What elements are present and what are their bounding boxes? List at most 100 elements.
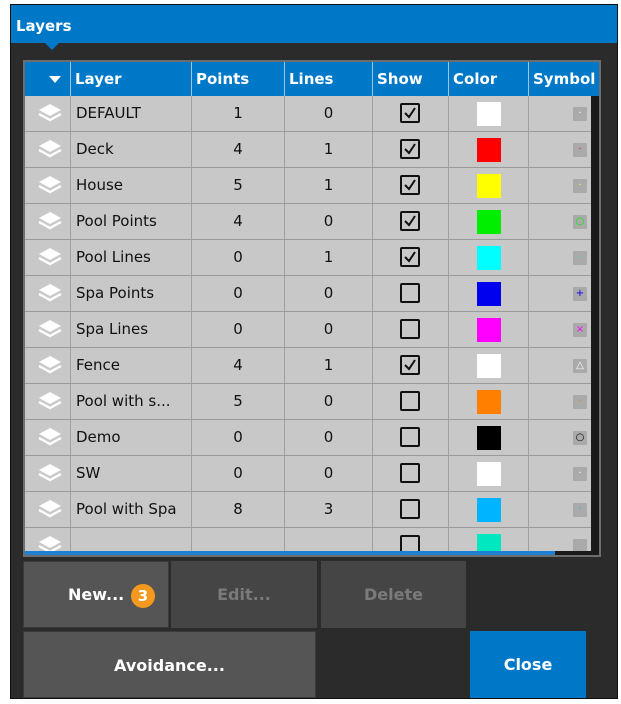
show-checkbox[interactable] [400,247,420,267]
show-cell [373,456,449,491]
show-checkbox[interactable] [400,319,420,339]
symbol-icon[interactable]: · [573,179,587,193]
symbol-cell: × [529,312,599,347]
color-cell [449,276,529,311]
show-checkbox[interactable] [400,391,420,411]
column-header-symbol[interactable]: Symbol [529,62,599,96]
color-swatch[interactable] [477,174,501,198]
column-header-show[interactable]: Show [373,62,449,96]
show-checkbox[interactable] [400,499,420,519]
column-header-layer[interactable]: Layer [71,62,192,96]
layers-icon [38,212,62,230]
column-header-lines[interactable]: Lines [285,62,373,96]
symbol-cell: ○ [529,204,599,239]
layer-icon-cell [25,384,71,419]
layer-name: Pool Points [71,204,192,239]
table-row[interactable]: Pool Lines 0 1 · [25,240,599,276]
checkmark-icon [404,107,416,119]
layer-points: 1 [192,96,285,131]
table-row[interactable]: Demo 0 0 ○ [25,420,599,456]
symbol-icon[interactable]: · [573,143,587,157]
layer-name: Spa Points [71,276,192,311]
color-swatch[interactable] [477,462,501,486]
show-checkbox[interactable] [400,427,420,447]
symbol-icon[interactable]: · [573,251,587,265]
layer-lines: 0 [285,312,373,347]
symbol-icon[interactable]: + [573,287,587,301]
color-swatch[interactable] [477,390,501,414]
show-checkbox[interactable] [400,355,420,375]
layer-lines: 0 [285,420,373,455]
sort-column-header[interactable] [25,62,71,96]
symbol-icon[interactable]: × [573,323,587,337]
symbol-icon[interactable]: ○ [573,431,587,445]
show-cell [373,168,449,203]
layer-points: 0 [192,240,285,275]
show-checkbox[interactable] [400,175,420,195]
new-layer-button[interactable]: New... 3 [23,561,169,628]
layer-points: 0 [192,456,285,491]
color-swatch[interactable] [477,318,501,342]
color-swatch[interactable] [477,426,501,450]
show-cell [373,492,449,527]
table-row[interactable]: Deck 4 1 · [25,132,599,168]
layer-points: 0 [192,312,285,347]
symbol-icon[interactable]: · [573,467,587,481]
layers-icon [38,536,62,553]
color-swatch[interactable] [477,210,501,234]
layer-name: Fence [71,348,192,383]
table-row[interactable]: Pool with s... 5 0 · [25,384,599,420]
color-swatch[interactable] [477,498,501,522]
table-row[interactable]: SW 0 0 · [25,456,599,492]
delete-layer-button[interactable]: Delete [321,561,466,628]
column-header-color[interactable]: Color [449,62,529,96]
layer-lines: 1 [285,348,373,383]
table-row[interactable] [25,528,599,553]
layer-points: 5 [192,384,285,419]
avoidance-button[interactable]: Avoidance... [23,631,316,698]
table-row[interactable]: Spa Points 0 0 + [25,276,599,312]
symbol-cell: △ [529,348,599,383]
table-row[interactable]: Fence 4 1 △ [25,348,599,384]
layer-points [192,528,285,553]
symbol-icon[interactable]: · [573,395,587,409]
layer-points: 4 [192,348,285,383]
show-checkbox[interactable] [400,463,420,483]
layer-points: 4 [192,204,285,239]
layer-icon-cell [25,204,71,239]
symbol-icon[interactable]: △ [573,359,587,373]
color-swatch[interactable] [477,138,501,162]
color-swatch[interactable] [477,246,501,270]
show-cell [373,528,449,553]
close-button[interactable]: Close [470,631,586,698]
table-row[interactable]: DEFAULT 1 0 · [25,96,599,132]
layer-points: 0 [192,420,285,455]
horizontal-scrollbar[interactable] [25,551,599,555]
color-swatch[interactable] [477,354,501,378]
symbol-icon[interactable]: · [573,107,587,121]
color-swatch[interactable] [477,102,501,126]
table-row[interactable]: Spa Lines 0 0 × [25,312,599,348]
symbol-cell: · [529,132,599,167]
table-row[interactable]: House 5 1 · [25,168,599,204]
vertical-scrollbar[interactable] [591,96,599,551]
show-checkbox[interactable] [400,283,420,303]
table-row[interactable]: Pool with Spa 8 3 · [25,492,599,528]
table-row[interactable]: Pool Points 4 0 ○ [25,204,599,240]
layer-icon-cell [25,312,71,347]
column-header-points[interactable]: Points [192,62,285,96]
symbol-icon[interactable]: ○ [573,215,587,229]
layer-name: House [71,168,192,203]
edit-layer-button[interactable]: Edit... [171,561,317,628]
show-checkbox[interactable] [400,139,420,159]
layers-icon [38,500,62,518]
color-cell [449,420,529,455]
layer-lines: 1 [285,168,373,203]
show-checkbox[interactable] [400,103,420,123]
title-pointer [45,43,59,50]
symbol-icon[interactable]: · [573,503,587,517]
show-cell [373,96,449,131]
color-swatch[interactable] [477,282,501,306]
show-checkbox[interactable] [400,211,420,231]
horizontal-scroll-thumb[interactable] [25,551,555,555]
